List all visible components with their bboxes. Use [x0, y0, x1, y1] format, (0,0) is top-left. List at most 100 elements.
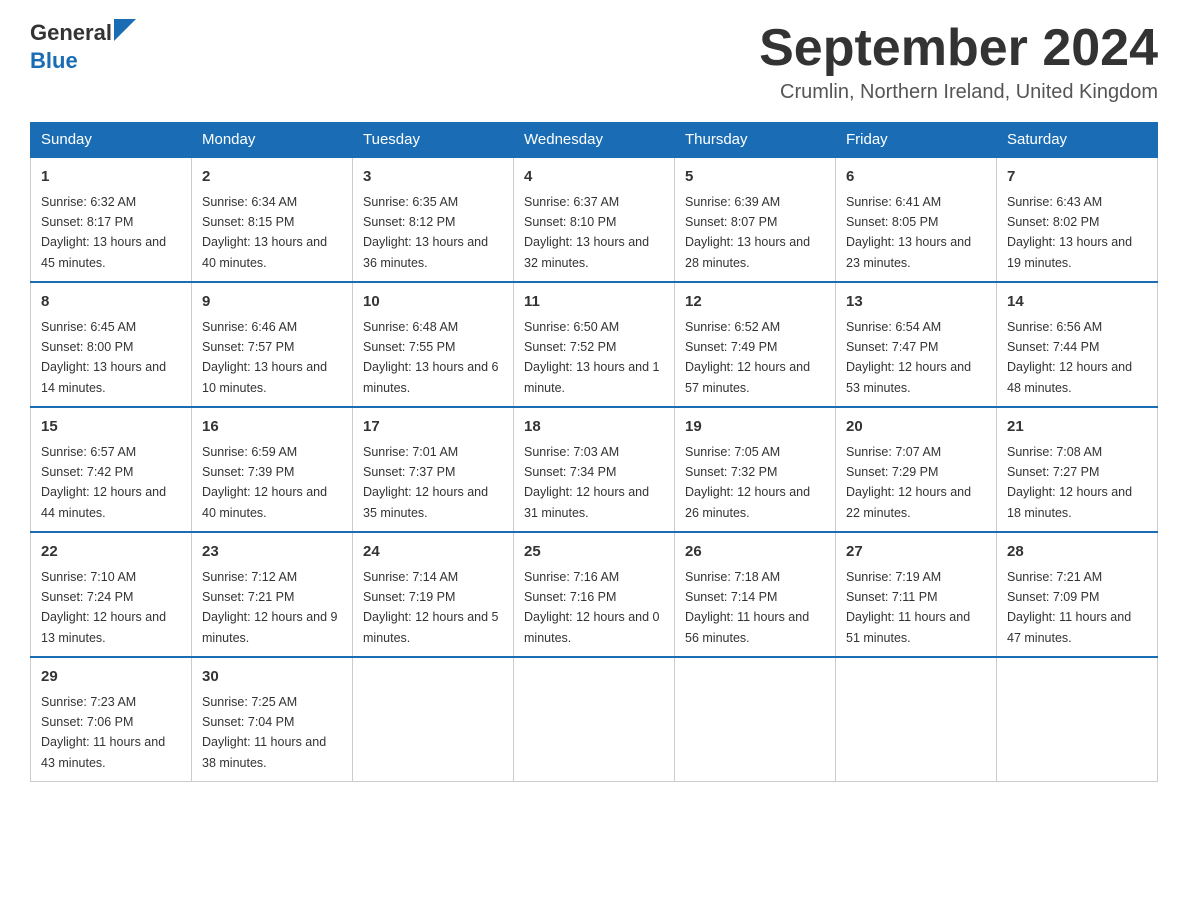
day-number: 24: [363, 541, 503, 564]
day-number: 11: [524, 291, 664, 314]
day-info: Sunrise: 6:57 AMSunset: 7:42 PMDaylight:…: [41, 445, 166, 520]
header-wednesday: Wednesday: [514, 123, 675, 158]
day-number: 29: [41, 666, 181, 689]
calendar-cell: 30 Sunrise: 7:25 AMSunset: 7:04 PMDaylig…: [192, 657, 353, 782]
day-info: Sunrise: 6:41 AMSunset: 8:05 PMDaylight:…: [846, 195, 971, 270]
calendar-cell: 19 Sunrise: 7:05 AMSunset: 7:32 PMDaylig…: [675, 407, 836, 532]
page-title: September 2024: [759, 20, 1158, 77]
calendar-cell: 24 Sunrise: 7:14 AMSunset: 7:19 PMDaylig…: [353, 532, 514, 657]
day-number: 25: [524, 541, 664, 564]
header-sunday: Sunday: [31, 123, 192, 158]
day-info: Sunrise: 7:10 AMSunset: 7:24 PMDaylight:…: [41, 570, 166, 645]
page-header: General Blue September 2024 Crumlin, Nor…: [30, 20, 1158, 104]
calendar-cell: 23 Sunrise: 7:12 AMSunset: 7:21 PMDaylig…: [192, 532, 353, 657]
day-info: Sunrise: 7:07 AMSunset: 7:29 PMDaylight:…: [846, 445, 971, 520]
calendar-cell: [836, 657, 997, 782]
calendar-cell: 1 Sunrise: 6:32 AMSunset: 8:17 PMDayligh…: [31, 157, 192, 282]
calendar-cell: 13 Sunrise: 6:54 AMSunset: 7:47 PMDaylig…: [836, 282, 997, 407]
day-info: Sunrise: 7:12 AMSunset: 7:21 PMDaylight:…: [202, 570, 338, 645]
day-info: Sunrise: 6:34 AMSunset: 8:15 PMDaylight:…: [202, 195, 327, 270]
day-number: 27: [846, 541, 986, 564]
calendar-cell: [997, 657, 1158, 782]
day-info: Sunrise: 6:43 AMSunset: 8:02 PMDaylight:…: [1007, 195, 1132, 270]
calendar-cell: 27 Sunrise: 7:19 AMSunset: 7:11 PMDaylig…: [836, 532, 997, 657]
day-number: 13: [846, 291, 986, 314]
header-friday: Friday: [836, 123, 997, 158]
day-info: Sunrise: 6:35 AMSunset: 8:12 PMDaylight:…: [363, 195, 488, 270]
day-info: Sunrise: 7:14 AMSunset: 7:19 PMDaylight:…: [363, 570, 499, 645]
calendar-cell: 5 Sunrise: 6:39 AMSunset: 8:07 PMDayligh…: [675, 157, 836, 282]
day-info: Sunrise: 7:01 AMSunset: 7:37 PMDaylight:…: [363, 445, 488, 520]
day-number: 4: [524, 166, 664, 189]
calendar-cell: 15 Sunrise: 6:57 AMSunset: 7:42 PMDaylig…: [31, 407, 192, 532]
day-number: 2: [202, 166, 342, 189]
day-info: Sunrise: 6:39 AMSunset: 8:07 PMDaylight:…: [685, 195, 810, 270]
calendar-cell: 22 Sunrise: 7:10 AMSunset: 7:24 PMDaylig…: [31, 532, 192, 657]
day-number: 1: [41, 166, 181, 189]
calendar-cell: 20 Sunrise: 7:07 AMSunset: 7:29 PMDaylig…: [836, 407, 997, 532]
calendar-cell: 4 Sunrise: 6:37 AMSunset: 8:10 PMDayligh…: [514, 157, 675, 282]
day-number: 10: [363, 291, 503, 314]
logo-arrow-icon: [114, 19, 136, 41]
day-info: Sunrise: 7:25 AMSunset: 7:04 PMDaylight:…: [202, 695, 326, 770]
calendar-cell: 6 Sunrise: 6:41 AMSunset: 8:05 PMDayligh…: [836, 157, 997, 282]
calendar-cell: 7 Sunrise: 6:43 AMSunset: 8:02 PMDayligh…: [997, 157, 1158, 282]
logo: General Blue: [30, 20, 136, 74]
day-info: Sunrise: 6:45 AMSunset: 8:00 PMDaylight:…: [41, 320, 166, 395]
header-saturday: Saturday: [997, 123, 1158, 158]
day-number: 3: [363, 166, 503, 189]
day-info: Sunrise: 6:50 AMSunset: 7:52 PMDaylight:…: [524, 320, 660, 395]
day-info: Sunrise: 6:46 AMSunset: 7:57 PMDaylight:…: [202, 320, 327, 395]
day-number: 23: [202, 541, 342, 564]
day-info: Sunrise: 6:52 AMSunset: 7:49 PMDaylight:…: [685, 320, 810, 395]
calendar-cell: 17 Sunrise: 7:01 AMSunset: 7:37 PMDaylig…: [353, 407, 514, 532]
day-number: 22: [41, 541, 181, 564]
day-info: Sunrise: 7:16 AMSunset: 7:16 PMDaylight:…: [524, 570, 660, 645]
day-info: Sunrise: 7:05 AMSunset: 7:32 PMDaylight:…: [685, 445, 810, 520]
day-info: Sunrise: 7:18 AMSunset: 7:14 PMDaylight:…: [685, 570, 809, 645]
calendar-cell: 28 Sunrise: 7:21 AMSunset: 7:09 PMDaylig…: [997, 532, 1158, 657]
calendar-cell: 21 Sunrise: 7:08 AMSunset: 7:27 PMDaylig…: [997, 407, 1158, 532]
day-number: 7: [1007, 166, 1147, 189]
calendar-cell: [353, 657, 514, 782]
calendar-cell: [675, 657, 836, 782]
logo-blue-text: Blue: [30, 48, 78, 74]
day-info: Sunrise: 7:21 AMSunset: 7:09 PMDaylight:…: [1007, 570, 1131, 645]
day-info: Sunrise: 6:32 AMSunset: 8:17 PMDaylight:…: [41, 195, 166, 270]
day-info: Sunrise: 7:19 AMSunset: 7:11 PMDaylight:…: [846, 570, 970, 645]
day-info: Sunrise: 6:48 AMSunset: 7:55 PMDaylight:…: [363, 320, 499, 395]
calendar-cell: 9 Sunrise: 6:46 AMSunset: 7:57 PMDayligh…: [192, 282, 353, 407]
day-number: 16: [202, 416, 342, 439]
header-monday: Monday: [192, 123, 353, 158]
header-thursday: Thursday: [675, 123, 836, 158]
day-number: 15: [41, 416, 181, 439]
calendar-cell: 16 Sunrise: 6:59 AMSunset: 7:39 PMDaylig…: [192, 407, 353, 532]
day-number: 21: [1007, 416, 1147, 439]
header-tuesday: Tuesday: [353, 123, 514, 158]
day-info: Sunrise: 6:54 AMSunset: 7:47 PMDaylight:…: [846, 320, 971, 395]
calendar-cell: 18 Sunrise: 7:03 AMSunset: 7:34 PMDaylig…: [514, 407, 675, 532]
calendar-cell: 2 Sunrise: 6:34 AMSunset: 8:15 PMDayligh…: [192, 157, 353, 282]
calendar-table: Sunday Monday Tuesday Wednesday Thursday…: [30, 122, 1158, 782]
day-number: 9: [202, 291, 342, 314]
day-info: Sunrise: 7:08 AMSunset: 7:27 PMDaylight:…: [1007, 445, 1132, 520]
calendar-cell: 10 Sunrise: 6:48 AMSunset: 7:55 PMDaylig…: [353, 282, 514, 407]
page-subtitle: Crumlin, Northern Ireland, United Kingdo…: [759, 81, 1158, 104]
day-info: Sunrise: 7:23 AMSunset: 7:06 PMDaylight:…: [41, 695, 165, 770]
day-number: 28: [1007, 541, 1147, 564]
calendar-cell: 3 Sunrise: 6:35 AMSunset: 8:12 PMDayligh…: [353, 157, 514, 282]
day-number: 12: [685, 291, 825, 314]
day-number: 18: [524, 416, 664, 439]
logo-general-text: General: [30, 20, 112, 46]
day-number: 6: [846, 166, 986, 189]
day-number: 8: [41, 291, 181, 314]
day-number: 14: [1007, 291, 1147, 314]
day-number: 30: [202, 666, 342, 689]
calendar-cell: 14 Sunrise: 6:56 AMSunset: 7:44 PMDaylig…: [997, 282, 1158, 407]
day-info: Sunrise: 6:56 AMSunset: 7:44 PMDaylight:…: [1007, 320, 1132, 395]
calendar-cell: [514, 657, 675, 782]
day-number: 5: [685, 166, 825, 189]
day-info: Sunrise: 6:59 AMSunset: 7:39 PMDaylight:…: [202, 445, 327, 520]
day-number: 17: [363, 416, 503, 439]
calendar-cell: 11 Sunrise: 6:50 AMSunset: 7:52 PMDaylig…: [514, 282, 675, 407]
